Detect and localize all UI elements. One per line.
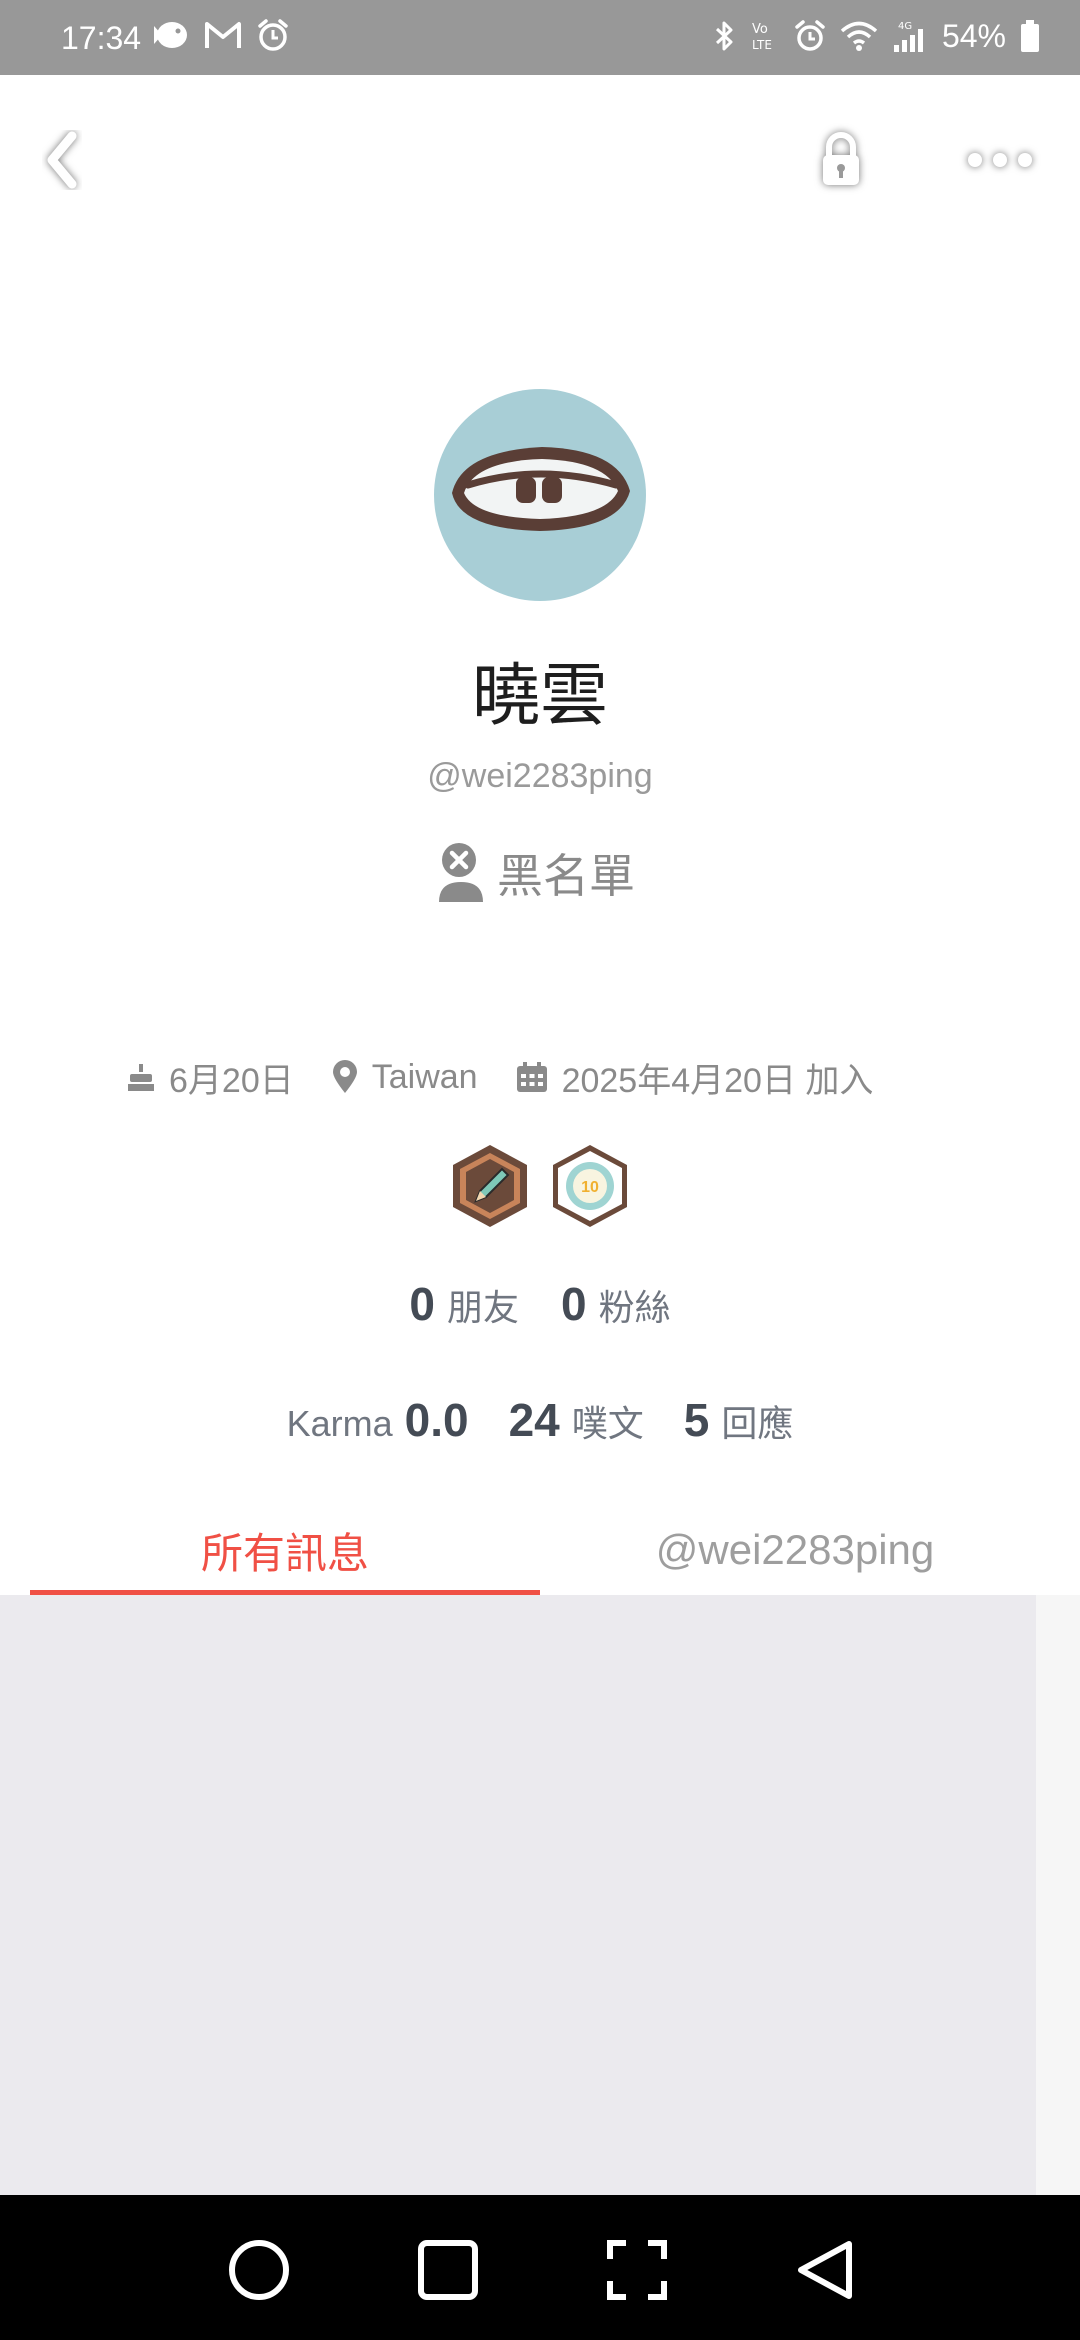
- user-handle: @wei2283ping: [427, 757, 653, 795]
- plurks-count: 24: [508, 1394, 560, 1446]
- blacklist-button[interactable]: 黑名單: [435, 838, 635, 908]
- timeline-content[interactable]: [0, 1595, 1036, 2195]
- scroll-track: [1036, 1595, 1080, 2195]
- alarm-snooze-icon: [258, 19, 288, 51]
- karma-label: Karma: [286, 1403, 393, 1444]
- lock-icon: [823, 132, 859, 185]
- karma-value: 0.0: [404, 1394, 469, 1446]
- screenshot-button[interactable]: [597, 2230, 677, 2310]
- back-nav-button[interactable]: [786, 2230, 866, 2310]
- display-name: 曉雲: [471, 657, 608, 736]
- gmail-icon: [205, 22, 241, 48]
- plurks-label: 噗文: [571, 1404, 644, 1445]
- profile-meta: 6月20日 Taiwan 2025年4月20日 加入: [127, 1052, 911, 1102]
- battery-percentage: 54%: [941, 18, 1006, 54]
- lock-button[interactable]: [806, 125, 876, 195]
- more-button[interactable]: [955, 125, 1045, 195]
- level-10-badge-icon[interactable]: 10: [550, 1143, 630, 1229]
- recents-square-icon: [418, 2240, 478, 2300]
- tab-mentions[interactable]: @wei2283ping: [560, 1505, 1030, 1595]
- signal-icon: 4G: [893, 21, 923, 52]
- activity-stats: Karma 0.0 24 噗文 5 回應: [0, 1393, 1080, 1447]
- cake-icon: [128, 1064, 154, 1091]
- network-type-label: 4G: [898, 21, 912, 32]
- friends-stat[interactable]: 0 朋友: [409, 1277, 519, 1331]
- back-triangle-icon: [798, 2241, 852, 2299]
- karma-stat: Karma 0.0: [287, 1393, 469, 1447]
- home-circle-icon: [229, 2240, 289, 2300]
- chevron-left-icon: [47, 131, 77, 189]
- plurks-stat: 24 噗文: [509, 1393, 644, 1447]
- birthday: 6月20日: [127, 1053, 294, 1102]
- badge-level-text: 10: [581, 1179, 599, 1196]
- sleepy-eye-avatar-icon: [452, 447, 630, 531]
- home-button[interactable]: [219, 2230, 299, 2310]
- status-time: 17:34: [61, 20, 142, 56]
- fish-notification-icon: [154, 22, 187, 48]
- profile-tabs: 所有訊息 @wei2283ping: [0, 1505, 1080, 1595]
- back-button[interactable]: [27, 125, 97, 195]
- avatar[interactable]: [434, 389, 646, 601]
- svg-text:Vo: Vo: [752, 22, 768, 37]
- alarm-icon: [795, 20, 825, 51]
- recents-button[interactable]: [408, 2230, 488, 2310]
- birthday-text: 6月20日: [169, 1061, 294, 1100]
- svg-text:LTE: LTE: [752, 38, 772, 52]
- status-bar: 17:34 Vo LTE 4G 54%: [0, 0, 1080, 75]
- more-dots-icon: [968, 153, 1032, 167]
- followers-label: 粉絲: [598, 1288, 671, 1329]
- battery-icon: [1021, 20, 1039, 52]
- location-text: Taiwan: [371, 1057, 478, 1096]
- friends-count: 0: [409, 1278, 435, 1330]
- followers-stat[interactable]: 0 粉絲: [561, 1277, 671, 1331]
- volte-icon: VoLTE: [752, 22, 772, 52]
- social-stats: 0 朋友 0 粉絲: [0, 1277, 1080, 1331]
- location-pin-icon: [332, 1060, 357, 1093]
- badges: 10: [450, 1143, 630, 1229]
- user-blocked-icon: [439, 843, 483, 902]
- replies-stat: 5 回應: [684, 1393, 794, 1447]
- location: Taiwan: [332, 1058, 478, 1097]
- join-date: 2025年4月20日 加入: [516, 1053, 874, 1102]
- friends-label: 朋友: [446, 1288, 519, 1329]
- followers-count: 0: [561, 1278, 587, 1330]
- replies-count: 5: [683, 1394, 710, 1446]
- blacklist-label: 黑名單: [497, 849, 635, 903]
- pencil-badge-icon[interactable]: [450, 1143, 530, 1229]
- screenshot-frame-icon: [607, 2240, 667, 2300]
- join-date-text: 2025年4月20日 加入: [561, 1061, 874, 1100]
- replies-label: 回應: [721, 1404, 794, 1445]
- system-nav-bar: [0, 2195, 1080, 2340]
- bluetooth-icon: [715, 21, 733, 51]
- calendar-icon: [516, 1062, 547, 1092]
- wifi-icon: [840, 21, 878, 51]
- tab-all-messages[interactable]: 所有訊息: [30, 1505, 540, 1595]
